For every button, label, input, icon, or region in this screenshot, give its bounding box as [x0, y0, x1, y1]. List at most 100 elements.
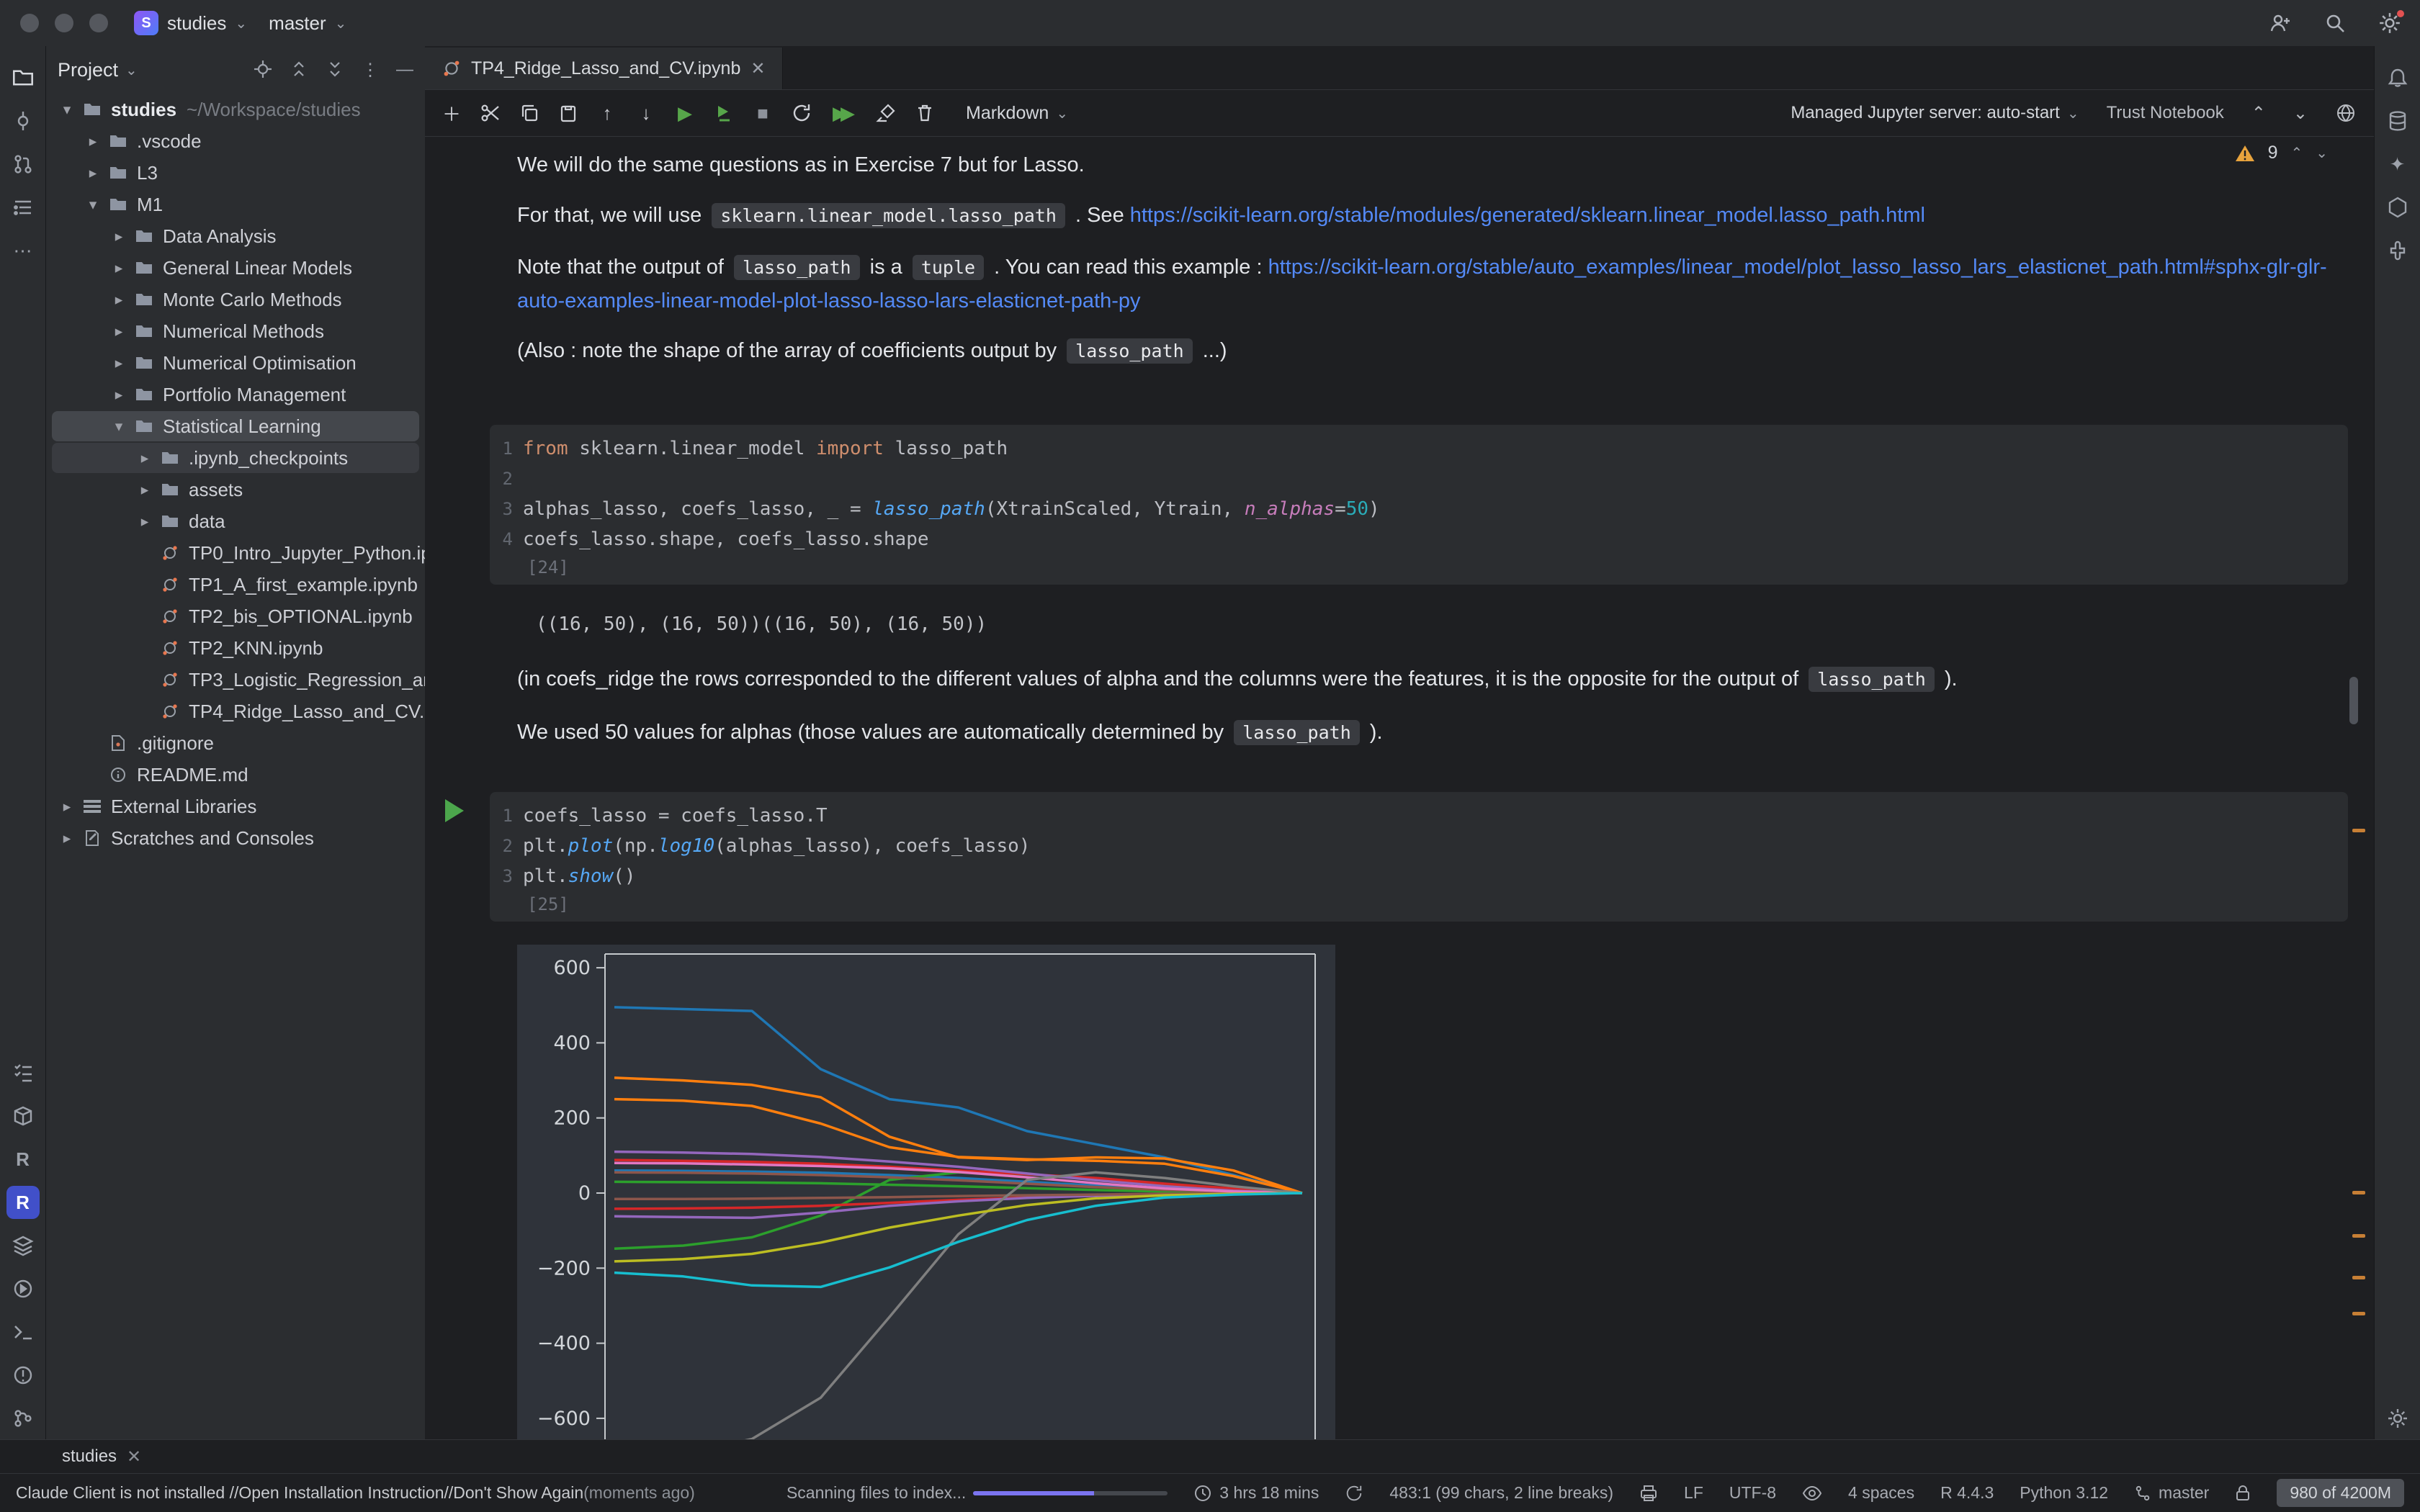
cut-cell-button[interactable]	[474, 96, 507, 130]
settings-icon[interactable]	[2378, 12, 2401, 35]
tree-row[interactable]: ▸General Linear Models	[46, 252, 425, 284]
notebook-content[interactable]: 9 ⌃ ⌄ We will do the same questions as i…	[425, 135, 2374, 1440]
version-control-tool-icon[interactable]	[6, 1402, 40, 1435]
trust-notebook-button[interactable]: Trust Notebook	[2107, 103, 2224, 123]
markdown-paragraph[interactable]: We will do the same questions as in Exer…	[517, 148, 2361, 181]
code-line[interactable]: 1from sklearn.linear_model import lasso_…	[494, 433, 2348, 464]
todo-tool-icon[interactable]	[6, 1056, 40, 1089]
chevron-right-icon[interactable]: ▸	[107, 386, 131, 404]
warning-stripe-mark[interactable]	[2352, 1312, 2365, 1315]
collapse-all-icon[interactable]	[326, 60, 344, 81]
tree-row[interactable]: ▸data	[46, 505, 425, 537]
lock-icon[interactable]	[2235, 1485, 2251, 1502]
tree-row[interactable]: ▾M1	[46, 189, 425, 220]
pull-requests-icon[interactable]	[6, 148, 40, 181]
markdown-paragraph[interactable]: We used 50 values for alphas (those valu…	[517, 716, 2361, 750]
packages-tool-icon[interactable]	[6, 1099, 40, 1133]
cell-type-dropdown[interactable]: Markdown ⌄	[966, 103, 1068, 124]
python-packages-tool-icon[interactable]	[6, 1229, 40, 1262]
warning-stripe-mark[interactable]	[2352, 1191, 2365, 1194]
warning-stripe-mark[interactable]	[2352, 1276, 2365, 1279]
copy-cell-button[interactable]	[513, 96, 546, 130]
services-tool-icon[interactable]	[6, 1272, 40, 1305]
jupyter-server-dropdown[interactable]: Managed Jupyter server: auto-start ⌄	[1791, 103, 2079, 123]
tool-tab-studies[interactable]: studies ✕	[62, 1446, 141, 1467]
editor-scrollbar[interactable]	[2349, 677, 2358, 724]
hide-panel-icon[interactable]: —	[396, 60, 413, 81]
tree-row[interactable]: ▸Numerical Methods	[46, 315, 425, 347]
doc-link[interactable]: https://scikit-learn.org/stable/modules/…	[1130, 204, 1925, 227]
code-line[interactable]: 2	[494, 464, 2348, 494]
ide-settings-gear-icon[interactable]	[2381, 1402, 2414, 1435]
chevron-right-icon[interactable]: ▸	[55, 798, 79, 816]
tree-row[interactable]: ▸External Libraries	[46, 791, 425, 822]
run-cell-button[interactable]: ▶	[668, 96, 702, 130]
tree-row[interactable]: TP2_KNN.ipynb	[46, 632, 425, 664]
expand-all-icon[interactable]	[290, 60, 308, 81]
tree-row[interactable]: ▸Portfolio Management	[46, 379, 425, 410]
code-line[interactable]: 1coefs_lasso = coefs_lasso.T	[494, 801, 2348, 831]
clear-outputs-button[interactable]	[869, 96, 902, 130]
more-vertical-icon[interactable]: ⋮	[362, 60, 379, 81]
project-switcher[interactable]: S studies ⌄	[134, 11, 247, 35]
printer-icon[interactable]	[1639, 1484, 1658, 1503]
close-tab-icon[interactable]: ✕	[750, 58, 765, 79]
tree-row[interactable]: TP4_Ridge_Lasso_and_CV.ip...	[46, 696, 425, 727]
session-timer[interactable]: 3 hrs 18 mins	[1193, 1483, 1319, 1503]
tree-row[interactable]: ▸L3	[46, 157, 425, 189]
encoding-selector[interactable]: UTF-8	[1729, 1483, 1776, 1503]
chevron-down-icon[interactable]: ▾	[81, 196, 105, 214]
chevron-right-icon[interactable]: ▸	[107, 259, 131, 277]
dont-show-again-link[interactable]: Don't Show Again	[453, 1483, 583, 1503]
chevron-right-icon[interactable]: ▸	[81, 132, 105, 150]
chevron-right-icon[interactable]: ▸	[55, 829, 79, 847]
memory-indicator[interactable]: 980 of 4200M	[2277, 1479, 2404, 1507]
chevron-right-icon[interactable]: ▸	[81, 164, 105, 182]
tree-row[interactable]: ▾Statistical Learning	[46, 410, 425, 442]
more-tools-icon[interactable]: ⋯	[6, 234, 40, 267]
chevron-right-icon[interactable]: ▸	[133, 449, 157, 467]
problems-tool-icon[interactable]	[6, 1359, 40, 1392]
code-cell[interactable]: 1from sklearn.linear_model import lasso_…	[490, 425, 2348, 585]
zoom-window-button[interactable]	[89, 14, 108, 32]
tree-row[interactable]: ▸assets	[46, 474, 425, 505]
warning-stripe-mark[interactable]	[2352, 829, 2365, 832]
tree-row[interactable]: .gitignore	[46, 727, 425, 759]
r-console-tool-icon[interactable]: R	[6, 1143, 40, 1176]
sync-status-icon[interactable]	[1345, 1484, 1363, 1503]
chevron-right-icon[interactable]: ▸	[133, 513, 157, 531]
code-with-me-icon[interactable]	[2269, 12, 2292, 35]
chevron-right-icon[interactable]: ▸	[107, 354, 131, 372]
browser-preview-icon[interactable]	[2335, 102, 2357, 124]
restart-kernel-button[interactable]	[785, 96, 818, 130]
move-cell-up-button[interactable]: ↑	[591, 96, 624, 130]
code-cell[interactable]: 1coefs_lasso = coefs_lasso.T2plt.plot(np…	[490, 792, 2348, 922]
dependencies-tool-icon[interactable]	[2381, 191, 2414, 224]
run-cell-and-below-button[interactable]	[707, 96, 740, 130]
python-interpreter-selector[interactable]: Python 3.12	[2020, 1483, 2108, 1503]
prev-cell-icon[interactable]: ⌃	[2251, 103, 2266, 124]
run-all-cells-button[interactable]: ▶▶	[824, 96, 864, 130]
code-line[interactable]: 2plt.plot(np.log10(alphas_lasso), coefs_…	[494, 831, 2348, 861]
chevron-down-icon[interactable]: ▾	[55, 101, 79, 119]
run-cell-gutter-icon[interactable]	[445, 799, 464, 822]
plugins-tool-icon[interactable]	[2381, 234, 2414, 267]
commit-tool-icon[interactable]	[6, 104, 40, 138]
git-branch-widget[interactable]: master	[2134, 1483, 2209, 1503]
chevron-right-icon[interactable]: ▸	[133, 481, 157, 499]
search-everywhere-icon[interactable]	[2323, 12, 2347, 35]
open-installation-link[interactable]: Open Installation Instruction	[238, 1483, 444, 1503]
branch-switcher[interactable]: master ⌄	[269, 12, 346, 35]
markdown-paragraph[interactable]: For that, we will use sklearn.linear_mod…	[517, 199, 2361, 233]
locate-file-icon[interactable]	[254, 60, 272, 81]
tree-row[interactable]: TP3_Logistic_Regression_ar...	[46, 664, 425, 696]
delete-cell-button[interactable]	[908, 96, 941, 130]
tree-row[interactable]: ▸Data Analysis	[46, 220, 425, 252]
tree-row[interactable]: ▸Monte Carlo Methods	[46, 284, 425, 315]
tree-row[interactable]: ▸Scratches and Consoles	[46, 822, 425, 854]
next-cell-icon[interactable]: ⌄	[2293, 103, 2308, 124]
reader-mode-icon[interactable]	[1802, 1484, 1822, 1503]
code-line[interactable]: 3alphas_lasso, coefs_lasso, _ = lasso_pa…	[494, 494, 2348, 524]
r-tools-icon[interactable]: R	[6, 1186, 40, 1219]
warning-stripe-mark[interactable]	[2352, 1234, 2365, 1238]
